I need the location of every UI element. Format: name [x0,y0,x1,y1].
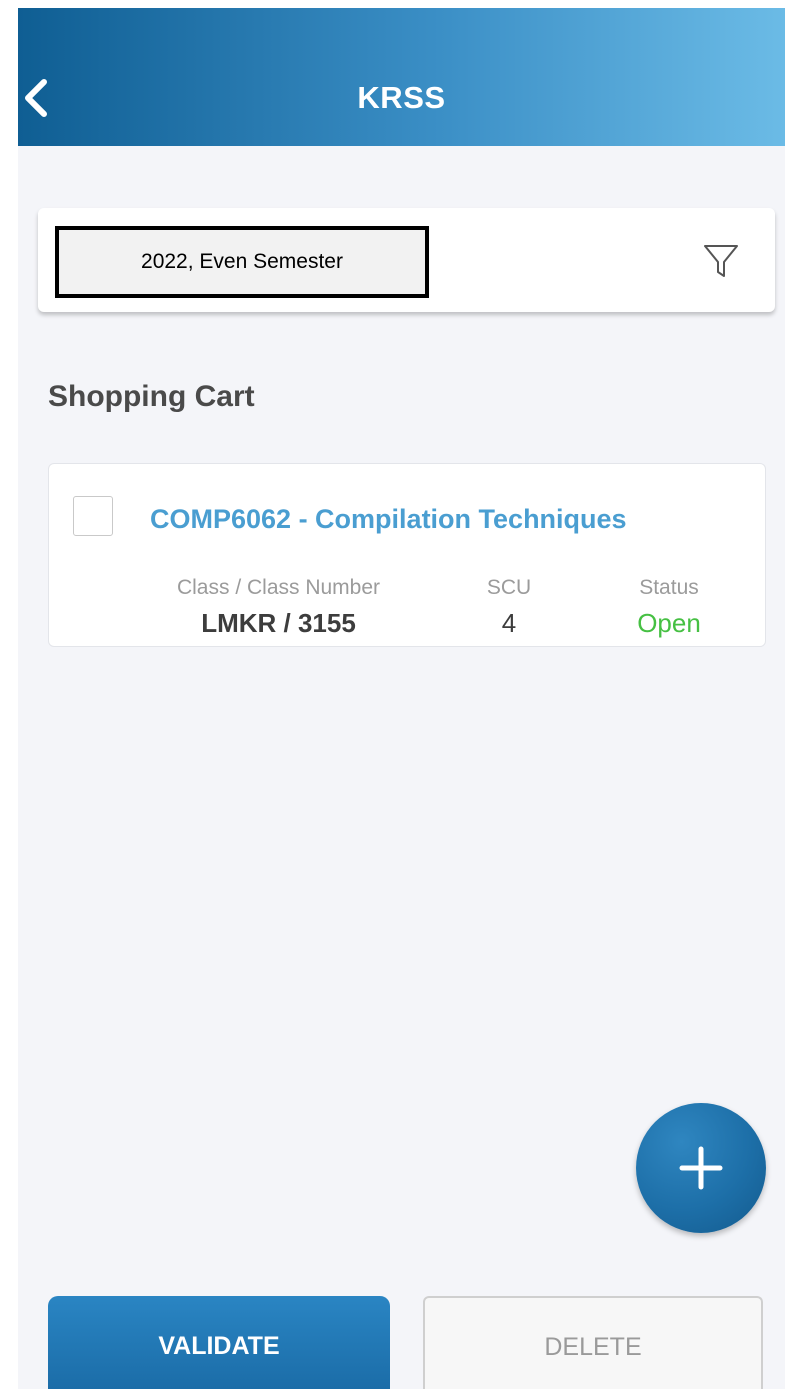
add-course-button[interactable] [636,1103,766,1233]
status-column: Status Open [609,576,729,639]
plus-icon [679,1146,723,1190]
app-header: KRSS [18,8,785,146]
section-title: Shopping Cart [48,380,255,413]
class-value: LMKR / 3155 [201,608,356,638]
class-column: Class / Class Number LMKR / 3155 [141,576,416,639]
status-badge: Open [637,608,701,638]
semester-filter-bar: 2022, Even Semester [38,208,775,312]
page-title: KRSS [357,80,446,115]
status-label: Status [639,576,699,599]
cart-item-checkbox[interactable] [73,496,113,536]
scu-column: SCU 4 [469,576,549,639]
validate-button[interactable]: VALIDATE [48,1296,390,1389]
funnel-icon[interactable] [701,241,741,281]
semester-selector[interactable]: 2022, Even Semester [55,226,429,298]
delete-button[interactable]: DELETE [423,1296,763,1389]
class-label: Class / Class Number [176,576,381,599]
course-title[interactable]: COMP6062 - Compilation Techniques [150,504,627,535]
scu-value: 4 [501,608,517,638]
app-screen: KRSS 2022, Even Semester Shopping Cart C… [18,8,785,1389]
scu-label: SCU [486,576,532,599]
cart-item-card: COMP6062 - Compilation Techniques Class … [48,463,766,647]
